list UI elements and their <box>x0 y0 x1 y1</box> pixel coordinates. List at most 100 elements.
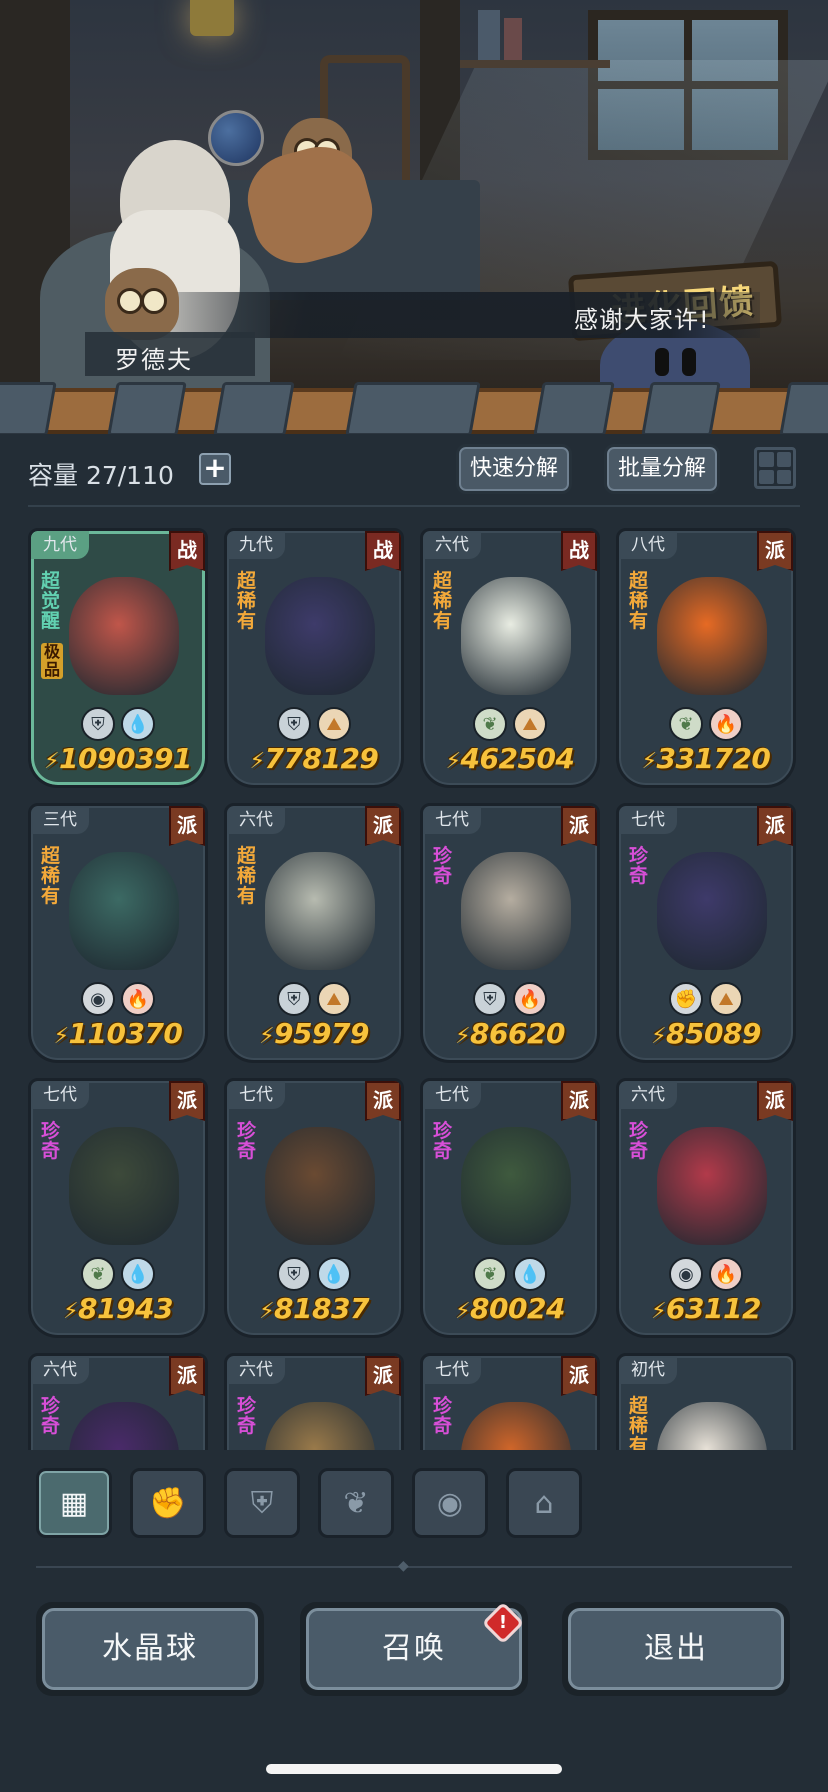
monster-portrait <box>69 1127 179 1245</box>
fist-icon: ✊ <box>669 982 703 1016</box>
fire-icon: 🔥 <box>709 1257 743 1291</box>
expand-capacity-button[interactable]: + <box>199 453 231 485</box>
exit-button[interactable]: 退出 <box>562 1602 790 1696</box>
generation-tag: 七代 <box>31 1081 89 1109</box>
monster-portrait <box>265 1127 375 1245</box>
generation-tag: 九代 <box>227 531 285 559</box>
divider-ornament: ◆ <box>398 1558 409 1574</box>
power-value: ⚡63112 <box>619 1292 793 1325</box>
rarity-label: 珍奇 <box>41 1395 61 1437</box>
generation-tag: 七代 <box>227 1081 285 1109</box>
grid-view-icon[interactable] <box>754 447 796 489</box>
monster-card[interactable]: 七代派珍奇 ✊ ⛰ ⚡85089 <box>616 803 796 1063</box>
book <box>504 18 522 60</box>
quick-decompose-button[interactable]: 快速分解 <box>456 444 572 494</box>
monster-card[interactable]: 六代战超稀有 ❦ ⛰ ⚡462504 <box>420 528 600 788</box>
monster-card[interactable]: 七代派珍奇 ⛨ 💧 ⚡81837 <box>224 1078 404 1338</box>
class-badge: 派 <box>365 1081 401 1121</box>
monster-card[interactable]: 九代战超稀有 ⛨ ⛰ ⚡778129 <box>224 528 404 788</box>
generation-tag: 七代 <box>423 1356 481 1384</box>
filter-tab-alien[interactable]: ◉ <box>412 1468 488 1538</box>
stone-block <box>107 382 187 436</box>
monster-card[interactable]: 六代 派珍奇 <box>224 1353 404 1450</box>
power-icon: ⚡ <box>249 749 265 774</box>
power-number: 778129 <box>264 742 379 775</box>
stone-block <box>779 382 828 436</box>
monster-portrait <box>265 1402 375 1450</box>
class-badge: 派 <box>365 806 401 846</box>
monster-portrait <box>69 852 179 970</box>
monster-card[interactable]: 三代派超稀有 ◉ 🔥 ⚡110370 <box>28 803 208 1063</box>
monster-card[interactable]: 六代派珍奇 ◉ 🔥 ⚡63112 <box>616 1078 796 1338</box>
filter-tab-fortress[interactable]: ⌂ <box>506 1468 582 1538</box>
generation-tag: 六代 <box>227 806 285 834</box>
monster-portrait <box>657 1402 767 1450</box>
crystal-ball-button[interactable]: 水晶球 <box>36 1602 264 1696</box>
water-icon: 💧 <box>513 1257 547 1291</box>
power-value: ⚡95979 <box>227 1017 401 1050</box>
rarity-label: 超觉醒 <box>41 570 61 632</box>
power-number: 86620 <box>470 1017 565 1050</box>
crystal-ball-label: 水晶球 <box>42 1608 258 1690</box>
generation-tag: 七代 <box>619 806 677 834</box>
power-number: 81943 <box>78 1292 173 1325</box>
power-value: ⚡81837 <box>227 1292 401 1325</box>
monster-card[interactable]: 六代 派珍奇 <box>28 1353 208 1450</box>
power-number: 85089 <box>666 1017 761 1050</box>
filter-tab-shield[interactable]: ⛨ <box>224 1468 300 1538</box>
monster-grid[interactable]: 九代战超觉醒 极品 ⛨ 💧 ⚡1090391 九代战超稀有 ⛨ ⛰ ⚡778129 六代战超稀有 ❦… <box>28 528 800 1450</box>
power-value: ⚡778129 <box>227 742 401 775</box>
earth-icon: ⛰ <box>317 707 351 741</box>
water-icon: 💧 <box>121 1257 155 1291</box>
monster-card[interactable]: 七代派珍奇 ⛨ 🔥 ⚡86620 <box>420 803 600 1063</box>
element-icons: ◉ 🔥 <box>81 982 155 1016</box>
monster-card[interactable]: 九代战超觉醒 极品 ⛨ 💧 ⚡1090391 <box>28 528 208 788</box>
element-icons: ❦ 🔥 <box>669 707 743 741</box>
power-number: 95979 <box>274 1017 369 1050</box>
monster-portrait <box>657 852 767 970</box>
monster-card[interactable]: 初代 超稀有 <box>616 1353 796 1450</box>
rarity-label: 珍奇 <box>433 845 453 887</box>
element-icons: ⛨ ⛰ <box>277 982 351 1016</box>
class-badge: 派 <box>169 1356 205 1396</box>
shield-icon: ⛨ <box>81 707 115 741</box>
stone-block <box>213 382 295 436</box>
rarity-label: 超稀有 <box>629 1395 649 1450</box>
toolbar-divider <box>28 505 800 507</box>
monster-card[interactable]: 七代派珍奇 ❦ 💧 ⚡80024 <box>420 1078 600 1338</box>
class-badge: 战 <box>561 531 597 571</box>
monster-card[interactable]: 七代派珍奇 ❦ 💧 ⚡81943 <box>28 1078 208 1338</box>
speaker-owl-avatar <box>105 268 179 340</box>
water-icon: 💧 <box>121 707 155 741</box>
generation-tag: 八代 <box>619 531 677 559</box>
monster-card[interactable]: 七代 派珍奇 <box>420 1353 600 1450</box>
rarity-label: 珍奇 <box>433 1120 453 1162</box>
class-badge: 派 <box>757 806 793 846</box>
shelf <box>460 60 610 68</box>
power-icon: ⚡ <box>44 749 60 774</box>
monster-card[interactable]: 八代派超稀有 ❦ 🔥 ⚡331720 <box>616 528 796 788</box>
fire-icon: 🔥 <box>709 707 743 741</box>
monster-portrait <box>265 852 375 970</box>
generation-tag: 三代 <box>31 806 89 834</box>
generation-tag: 六代 <box>227 1356 285 1384</box>
home-indicator[interactable] <box>266 1764 562 1774</box>
filter-tab-all[interactable]: ▦ <box>36 1468 112 1538</box>
generation-tag: 九代 <box>31 531 89 559</box>
rarity-label: 珍奇 <box>629 1120 649 1162</box>
element-icons: ❦ ⛰ <box>473 707 547 741</box>
class-badge: 派 <box>561 806 597 846</box>
rarity-label: 珍奇 <box>433 1395 453 1437</box>
power-icon: ⚡ <box>651 1299 667 1324</box>
power-value: ⚡331720 <box>619 742 793 775</box>
fist-icon: ✊ <box>149 1485 187 1521</box>
monster-card[interactable]: 六代派超稀有 ⛨ ⛰ ⚡95979 <box>224 803 404 1063</box>
dialogue-text: 感谢大家许! <box>574 306 710 334</box>
power-number: 110370 <box>68 1017 183 1050</box>
filter-tab-leaf[interactable]: ❦ <box>318 1468 394 1538</box>
filter-tab-fist[interactable]: ✊ <box>130 1468 206 1538</box>
batch-decompose-button[interactable]: 批量分解 <box>604 444 720 494</box>
shield-icon: ⛨ <box>277 1257 311 1291</box>
exit-label: 退出 <box>568 1608 784 1690</box>
leaf-icon: ❦ <box>473 707 507 741</box>
